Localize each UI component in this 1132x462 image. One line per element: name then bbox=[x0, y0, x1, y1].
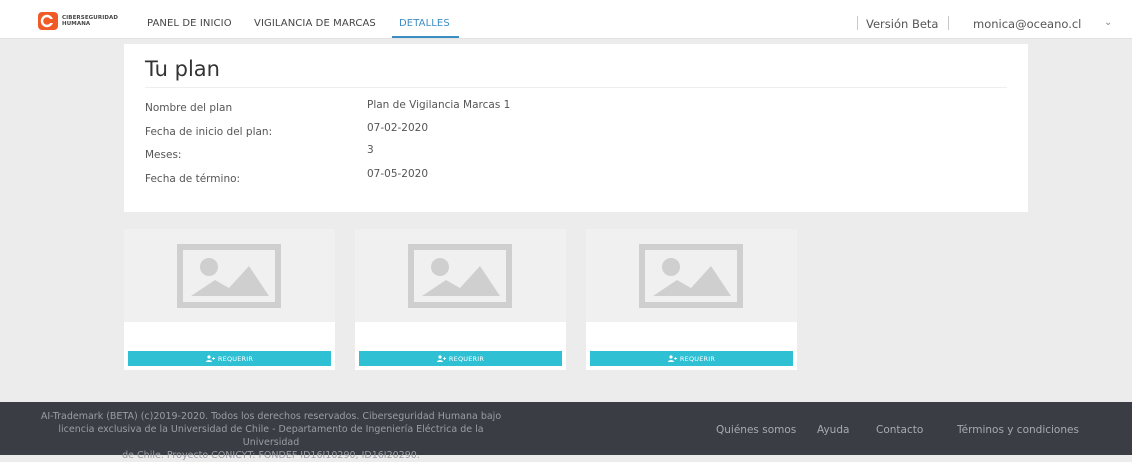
nav-detalles[interactable]: DETALLES bbox=[399, 18, 450, 29]
brand-logo[interactable]: CIBERSEGURIDAD HUMANA bbox=[38, 12, 138, 30]
footer-link-contacto[interactable]: Contacto bbox=[876, 424, 923, 436]
request-button-label: REQUERIR bbox=[448, 354, 485, 363]
nav-panel-de-inicio[interactable]: PANEL DE INICIO bbox=[147, 18, 232, 29]
top-navbar: CIBERSEGURIDAD HUMANA PANEL DE INICIO VI… bbox=[0, 0, 1132, 39]
title-divider bbox=[145, 87, 1007, 88]
plan-name-label: Nombre del plan bbox=[145, 102, 233, 114]
product-card: REQUERIR bbox=[124, 229, 335, 370]
footer-copyright-line: licencia exclusiva de la Universidad de … bbox=[58, 424, 484, 448]
request-button[interactable]: REQUERIR bbox=[128, 351, 331, 366]
chevron-down-icon[interactable]: ⌄ bbox=[1104, 17, 1112, 28]
plan-start-date-value: 07-02-2020 bbox=[367, 122, 429, 134]
footer-copyright-line: de Chile. Proyecto CONICYT: FONDEF ID16I… bbox=[122, 450, 420, 461]
plan-start-date-label: Fecha de inicio del plan: bbox=[145, 126, 273, 138]
image-placeholder-icon bbox=[177, 244, 281, 308]
plan-end-date-value: 07-05-2020 bbox=[367, 168, 429, 180]
plan-months-label: Meses: bbox=[145, 149, 182, 161]
nav-divider bbox=[857, 16, 858, 30]
page-title: Tu plan bbox=[145, 57, 220, 81]
plan-card: Tu plan Nombre del plan Plan de Vigilanc… bbox=[124, 44, 1028, 212]
site-footer: AI-Trademark (BETA) (c)2019-2020. Todos … bbox=[0, 402, 1132, 461]
plan-end-date-label: Fecha de término: bbox=[145, 173, 241, 185]
nav-vigilancia-de-marcas[interactable]: VIGILANCIA DE MARCAS bbox=[254, 18, 376, 29]
logo-text: CIBERSEGURIDAD HUMANA bbox=[62, 15, 118, 27]
request-button-label: REQUERIR bbox=[679, 354, 716, 363]
user-plus-icon bbox=[436, 355, 446, 362]
product-image bbox=[586, 229, 797, 322]
logo-mark-icon bbox=[38, 12, 58, 30]
product-image bbox=[124, 229, 335, 322]
active-tab-indicator bbox=[392, 36, 459, 38]
nav-divider bbox=[948, 16, 949, 30]
request-button[interactable]: REQUERIR bbox=[590, 351, 793, 366]
image-placeholder-icon bbox=[639, 244, 743, 308]
request-button[interactable]: REQUERIR bbox=[359, 351, 562, 366]
version-badge: Versión Beta bbox=[866, 17, 939, 31]
request-button-label: REQUERIR bbox=[217, 354, 254, 363]
footer-link-ayuda[interactable]: Ayuda bbox=[817, 424, 849, 436]
footer-link-terminos[interactable]: Términos y condiciones bbox=[957, 424, 1079, 436]
footer-link-quienes-somos[interactable]: Quiénes somos bbox=[716, 424, 796, 436]
plan-months-value: 3 bbox=[367, 144, 374, 156]
product-card: REQUERIR bbox=[355, 229, 566, 370]
user-email-menu[interactable]: monica@oceano.cl bbox=[973, 17, 1081, 31]
product-card: REQUERIR bbox=[586, 229, 797, 370]
user-plus-icon bbox=[667, 355, 677, 362]
image-placeholder-icon bbox=[408, 244, 512, 308]
logo-line-2: HUMANA bbox=[62, 21, 91, 27]
footer-copyright-line: AI-Trademark (BETA) (c)2019-2020. Todos … bbox=[40, 411, 502, 422]
footer-copyright: AI-Trademark (BETA) (c)2019-2020. Todos … bbox=[36, 410, 506, 462]
product-image bbox=[355, 229, 566, 322]
user-plus-icon bbox=[205, 355, 215, 362]
plan-name-value: Plan de Vigilancia Marcas 1 bbox=[367, 99, 511, 111]
